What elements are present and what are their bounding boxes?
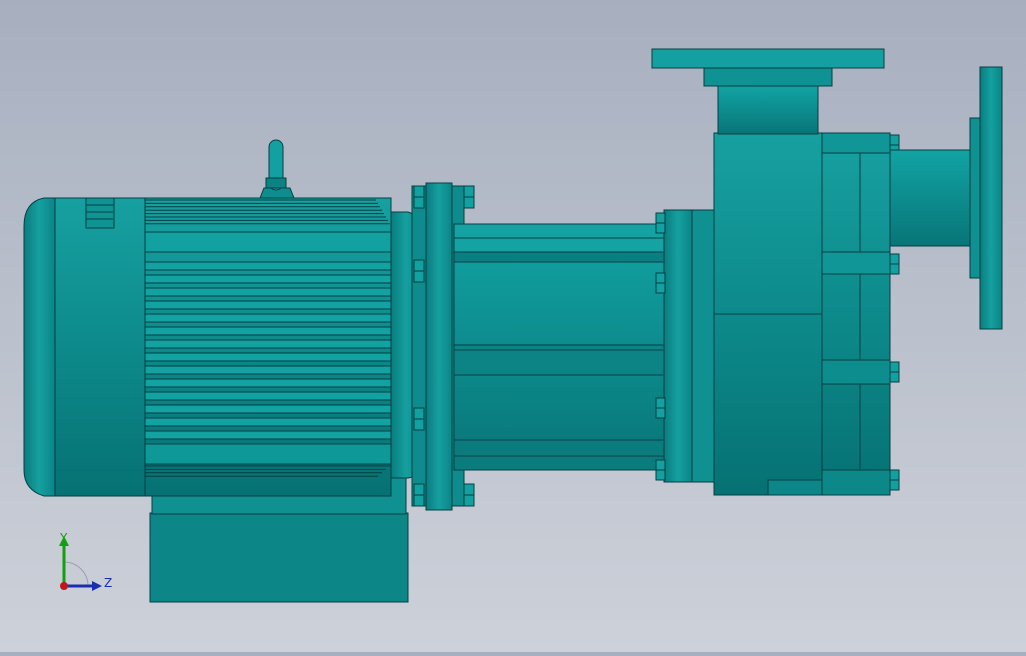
- motor-fin: [144, 365, 392, 375]
- motor-fin: [144, 430, 392, 440]
- lifting-eye: [259, 139, 295, 199]
- motor-fin: [144, 300, 392, 310]
- motor-fin: [144, 339, 392, 349]
- origin-icon: [60, 582, 68, 590]
- pump-adapter-flange: [655, 209, 715, 483]
- discharge-flange: [651, 48, 885, 135]
- pump-casing: [713, 132, 900, 496]
- triad-plane-icon: [63, 561, 89, 587]
- z-axis-label: Z: [104, 576, 112, 590]
- motor-body: [144, 197, 392, 497]
- pump-assembly-model[interactable]: [0, 0, 1026, 652]
- motor-fin: [144, 274, 392, 284]
- motor-fin: [144, 417, 392, 427]
- motor-fin: [144, 443, 392, 465]
- motor-fin: [144, 404, 392, 414]
- motor-fin: [144, 287, 392, 297]
- suction-flange: [889, 66, 1003, 330]
- bearing-bracket: [453, 223, 665, 471]
- motor-fin: [144, 391, 392, 401]
- motor-fin: [144, 378, 392, 388]
- coordinate-triad: Y Z: [48, 528, 128, 598]
- motor-fan-cover: [23, 197, 146, 497]
- 3d-viewport[interactable]: [0, 0, 1026, 652]
- z-axis-arrowhead-icon: [92, 581, 102, 591]
- motor-fin: [144, 261, 392, 271]
- motor-fin: [144, 326, 392, 336]
- y-axis-label: Y: [59, 531, 68, 545]
- motor-fin: [144, 231, 392, 253]
- motor-fin: [144, 313, 392, 323]
- motor-fin: [144, 352, 392, 362]
